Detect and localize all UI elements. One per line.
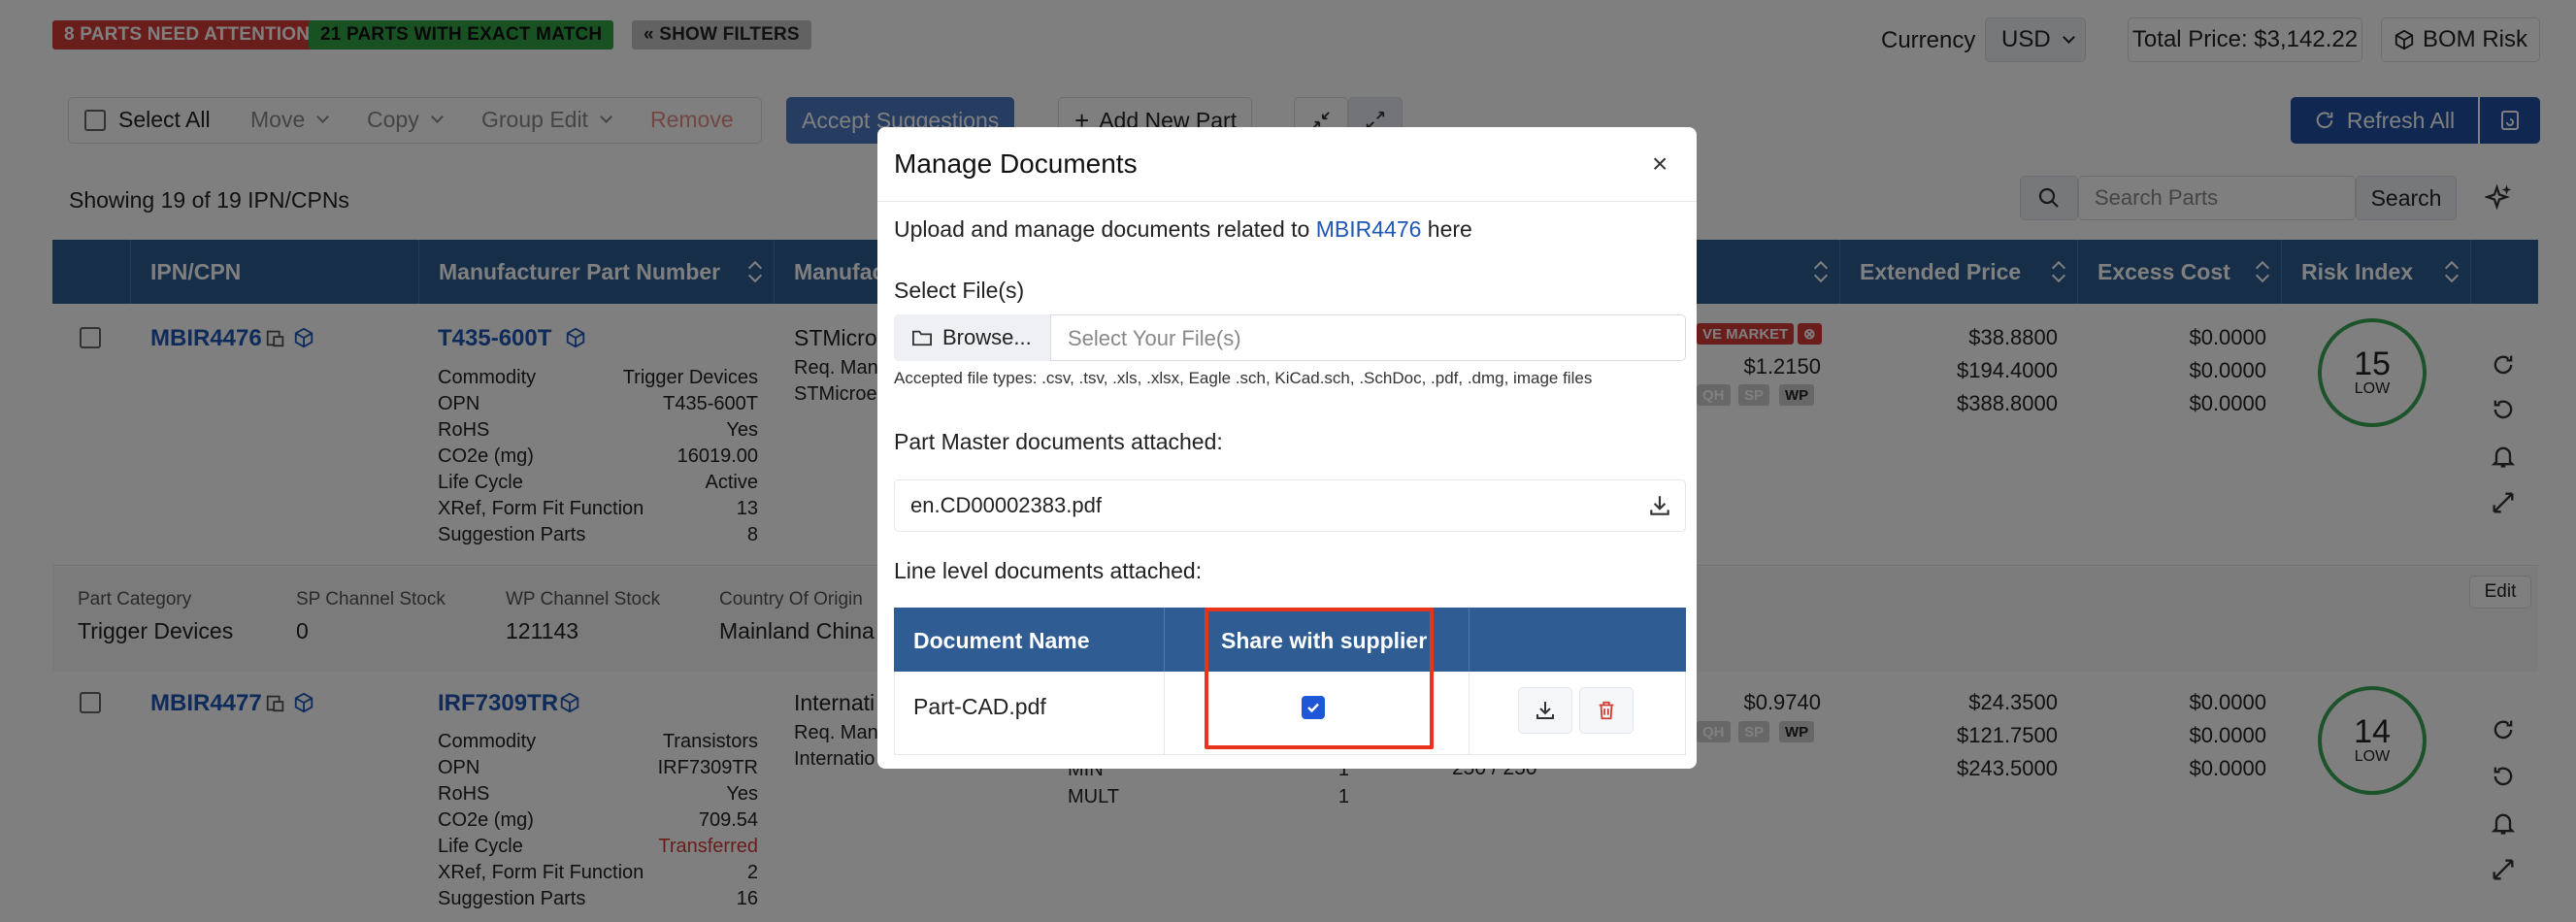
header-divider — [1164, 608, 1165, 672]
manage-documents-modal: Manage Documents × Upload and manage doc… — [877, 127, 1697, 769]
row-divider — [1164, 672, 1165, 755]
file-input[interactable]: Select Your File(s) — [1068, 326, 1241, 351]
col-document-name: Document Name — [913, 628, 1090, 653]
modal-intro: Upload and manage documents related to M… — [894, 216, 1472, 243]
browse-label: Browse... — [942, 325, 1032, 349]
download-icon[interactable] — [1647, 493, 1672, 518]
intro-text: Upload and manage documents related to — [894, 216, 1310, 242]
header-divider — [1469, 608, 1470, 672]
browse-button[interactable]: Browse... — [894, 314, 1051, 361]
close-icon[interactable]: × — [1652, 148, 1668, 180]
row-divider — [1469, 672, 1470, 755]
modal-title: Manage Documents — [894, 148, 1138, 179]
select-files-label: Select File(s) — [894, 278, 1025, 303]
line-docs-heading: Line level documents attached: — [894, 558, 1203, 583]
download-icon — [1536, 702, 1554, 719]
master-docs-heading: Part Master documents attached: — [894, 429, 1223, 454]
intro-ipn-link[interactable]: MBIR4476 — [1316, 216, 1422, 242]
delete-doc-button[interactable] — [1579, 687, 1634, 734]
trash-icon — [1599, 701, 1614, 720]
accepted-types: Accepted file types: .csv, .tsv, .xls, .… — [894, 369, 1593, 387]
download-doc-button[interactable] — [1518, 687, 1572, 734]
intro-text-end: here — [1427, 216, 1472, 242]
share-column-highlight — [1205, 608, 1434, 749]
folder-icon — [912, 330, 932, 346]
doc-name-cell: Part-CAD.pdf — [913, 694, 1046, 719]
master-doc-name: en.CD00002383.pdf — [910, 493, 1102, 517]
